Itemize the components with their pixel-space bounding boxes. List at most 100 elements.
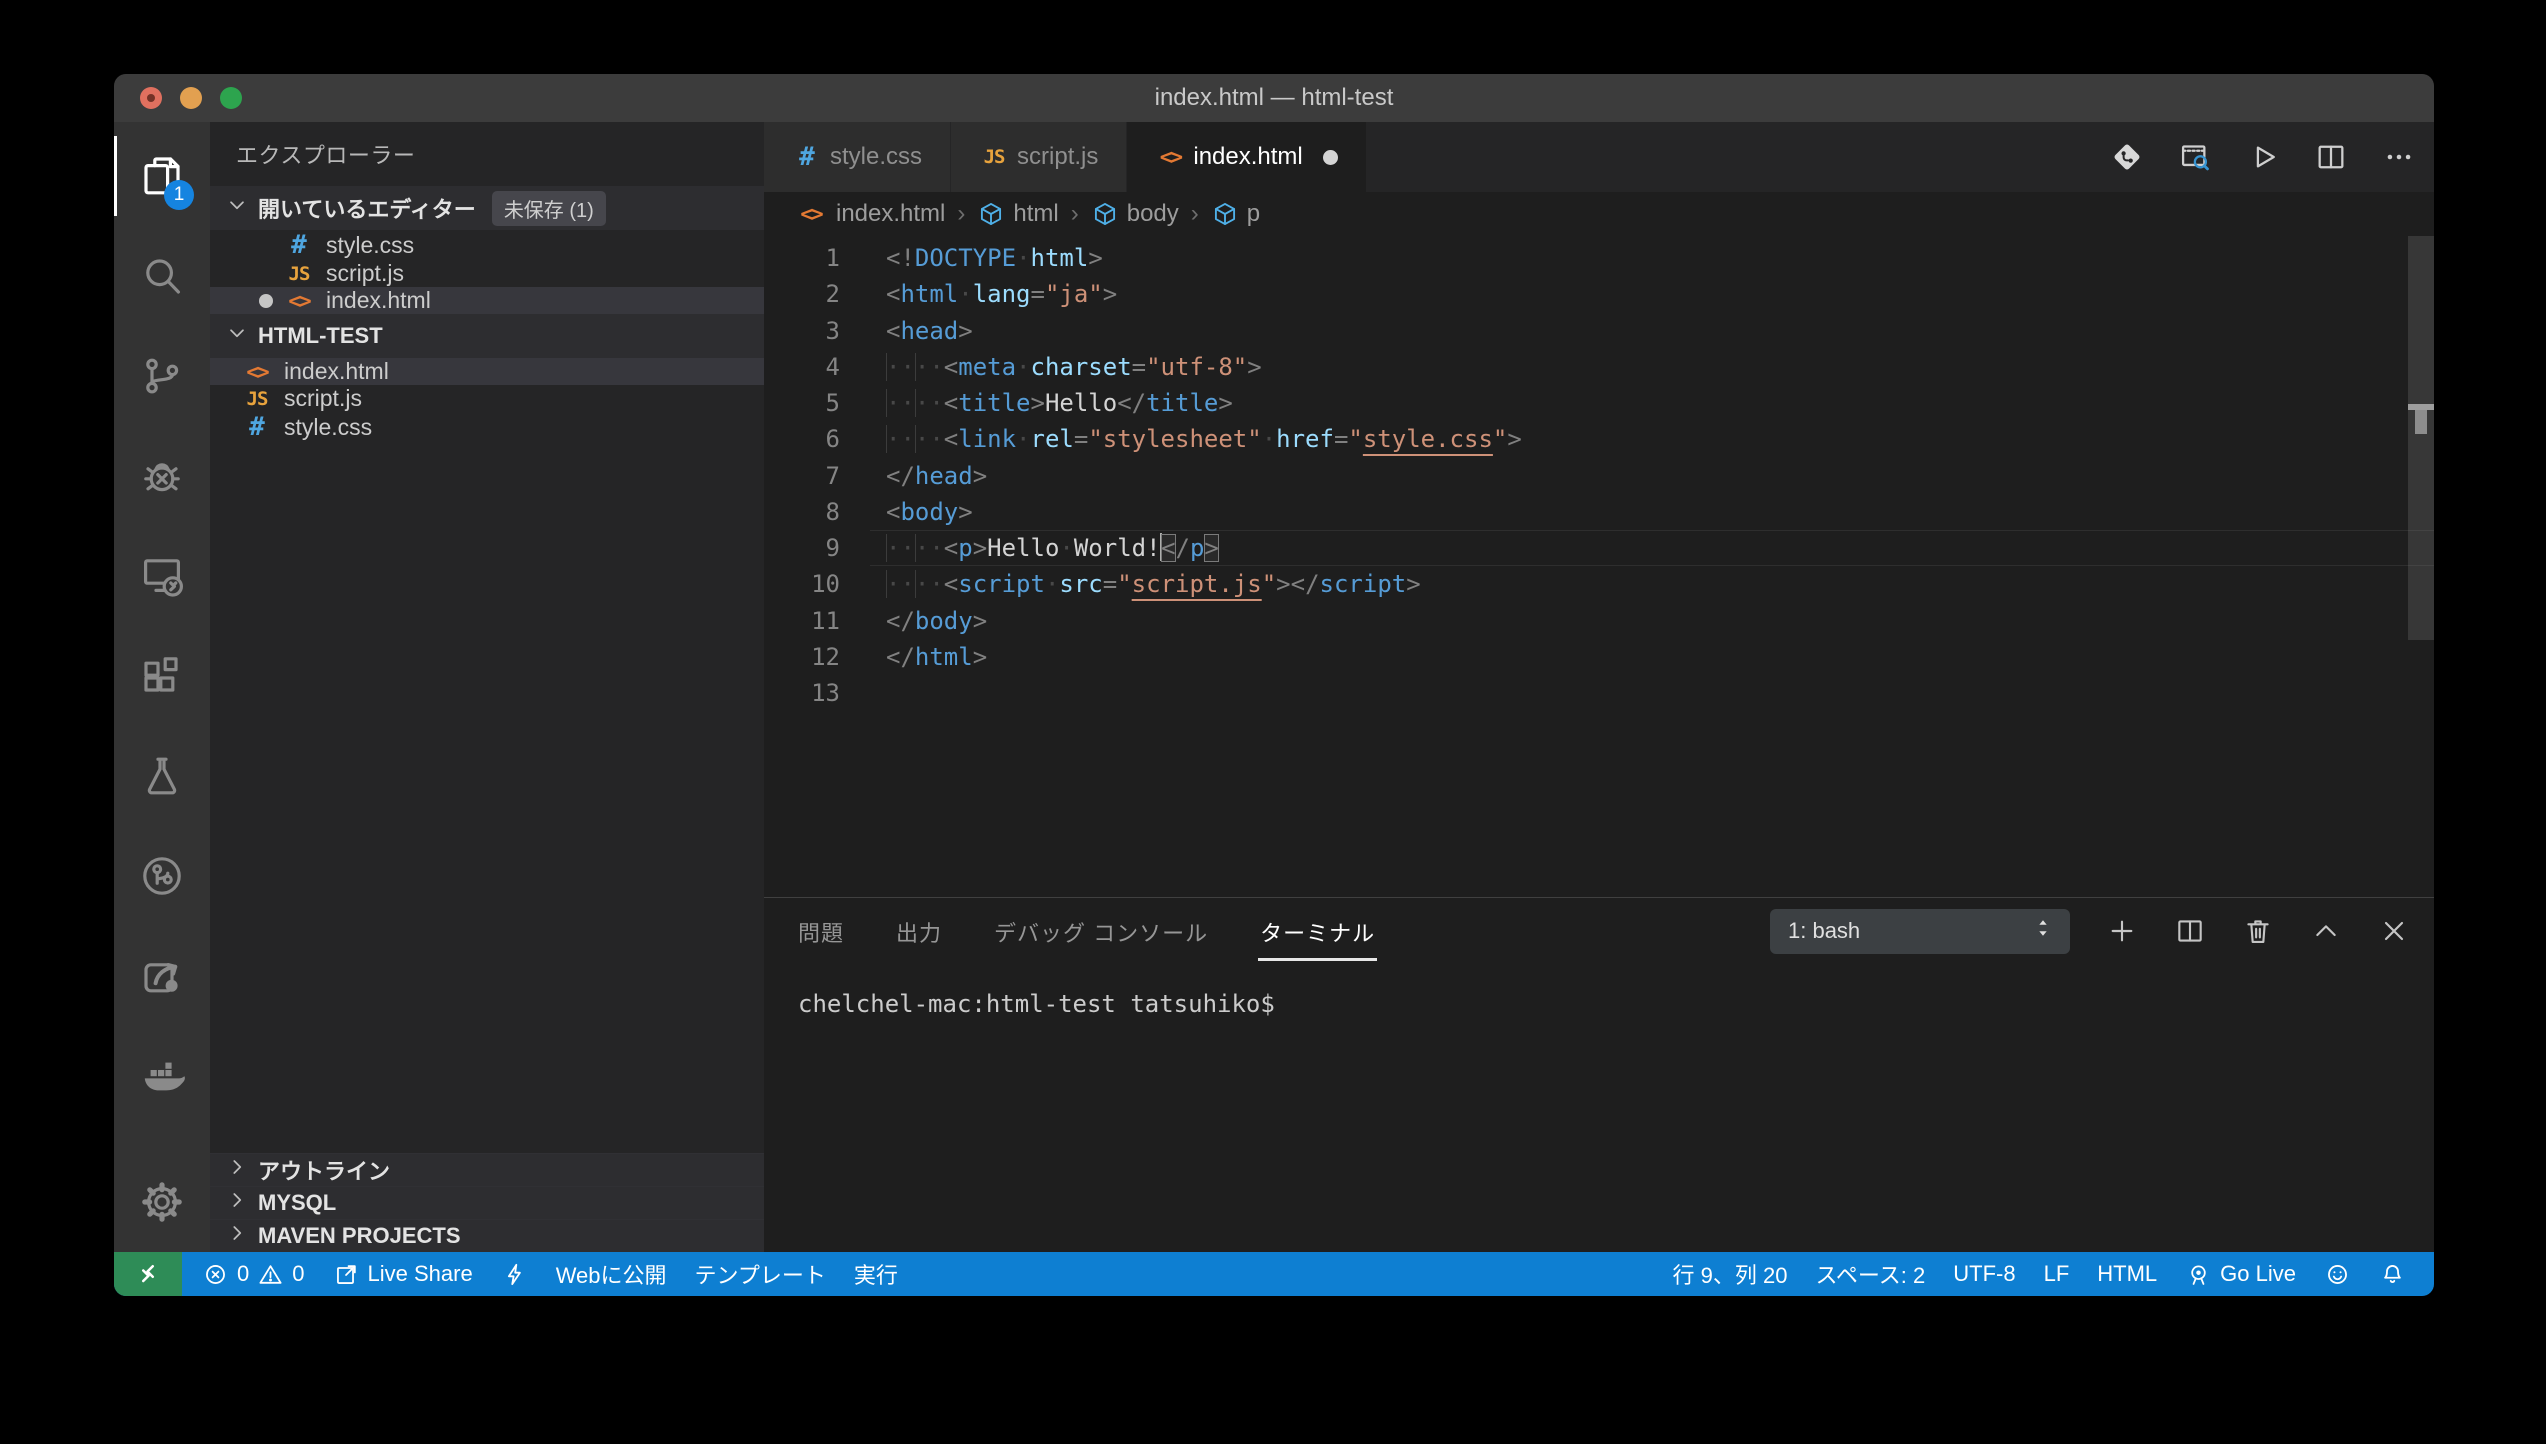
sidebar-section-MAVEN PROJECTS[interactable]: MAVEN PROJECTS bbox=[210, 1219, 764, 1252]
split-terminal-button[interactable] bbox=[2174, 915, 2206, 947]
tab-script.js[interactable]: JSscript.js bbox=[951, 122, 1127, 192]
activity-item-remote-explorer[interactable] bbox=[114, 526, 210, 626]
status-bolt[interactable] bbox=[487, 1252, 542, 1296]
breadcrumb-item-body[interactable]: body bbox=[1091, 200, 1179, 228]
line-number: 9 bbox=[764, 530, 840, 566]
activity-item-settings[interactable] bbox=[114, 1152, 210, 1252]
status-go-live[interactable]: Go Live bbox=[2171, 1252, 2310, 1296]
panel-tab-output[interactable]: 出力 bbox=[894, 902, 944, 961]
folder-header[interactable]: HTML-TEST bbox=[210, 314, 764, 358]
status-encoding[interactable]: UTF-8 bbox=[1939, 1252, 2029, 1296]
breadcrumb-label: index.html bbox=[836, 200, 945, 228]
open-editors-header[interactable]: 開いているエディター 未保存 (1) bbox=[210, 186, 764, 230]
trash-icon bbox=[2242, 915, 2274, 947]
run-icon[interactable] bbox=[2246, 140, 2280, 174]
status-indentation[interactable]: スペース: 2 bbox=[1801, 1252, 1939, 1296]
open-preview-icon[interactable] bbox=[2178, 140, 2212, 174]
window-controls bbox=[140, 87, 242, 109]
status-label: 行 9、列 20 bbox=[1673, 1258, 1788, 1290]
line-number: 10 bbox=[764, 566, 840, 602]
terminal-select[interactable]: 1: bash bbox=[1770, 909, 2070, 954]
activity-item-source-control[interactable] bbox=[114, 326, 210, 426]
activity-item-debug[interactable] bbox=[114, 426, 210, 526]
panel-tab-debug-console[interactable]: デバッグ コンソール bbox=[992, 902, 1210, 961]
activity-item-search[interactable] bbox=[114, 226, 210, 326]
chevron-up-icon bbox=[2310, 915, 2342, 947]
panel-tab-terminal[interactable]: ターミナル bbox=[1258, 902, 1377, 961]
panel-action-icons bbox=[2106, 915, 2410, 947]
file-row-style.css[interactable]: #style.css bbox=[210, 412, 764, 442]
js-file-icon: JS bbox=[282, 263, 316, 285]
status-language-mode[interactable]: HTML bbox=[2083, 1252, 2171, 1296]
vscode-window: index.html — html-test 1 エクスプローラー 開いているエ… bbox=[114, 74, 2434, 1296]
status-publish-web[interactable]: Webに公開 bbox=[542, 1252, 681, 1296]
status-count: 0 bbox=[292, 1261, 304, 1287]
status-feedback[interactable] bbox=[2310, 1252, 2365, 1296]
status-eol[interactable]: LF bbox=[2030, 1252, 2084, 1296]
close-button[interactable] bbox=[140, 87, 162, 109]
activity-item-docker[interactable] bbox=[114, 1026, 210, 1126]
unsaved-badge: 未保存 (1) bbox=[492, 191, 606, 226]
activity-item-test[interactable] bbox=[114, 726, 210, 826]
modified-dot-icon[interactable] bbox=[1323, 150, 1338, 165]
chevron-right-icon bbox=[224, 1154, 250, 1180]
tab-index.html[interactable]: <>index.html bbox=[1127, 122, 1366, 192]
maximize-panel-button[interactable] bbox=[2310, 915, 2342, 947]
tab-style.css[interactable]: #style.css bbox=[764, 122, 951, 192]
share-icon bbox=[333, 1261, 360, 1288]
status-label: LF bbox=[2044, 1261, 2070, 1287]
code-editor[interactable]: 12345678910111213 <!DOCTYPE·html><html·l… bbox=[764, 236, 2434, 897]
status-live-share[interactable]: Live Share bbox=[319, 1252, 487, 1296]
sidebar-section-アウトライン[interactable]: アウトライン bbox=[210, 1153, 764, 1186]
file-row-index.html[interactable]: <>index.html bbox=[210, 358, 764, 385]
git-compare-icon[interactable] bbox=[2110, 140, 2144, 174]
activity-item-extensions[interactable] bbox=[114, 626, 210, 726]
status-label: Go Live bbox=[2220, 1261, 2296, 1287]
status-template[interactable]: テンプレート bbox=[681, 1252, 840, 1296]
close-panel-button[interactable] bbox=[2378, 915, 2410, 947]
status-cursor-position[interactable]: 行 9、列 20 bbox=[1659, 1252, 1802, 1296]
code-line-10: ····<script·src="script.js"></script> bbox=[870, 566, 2434, 602]
panel-tab-problems[interactable]: 問題 bbox=[796, 902, 846, 961]
activity-bar: 1 bbox=[114, 122, 210, 1252]
open-editors-label: 開いているエディター bbox=[258, 192, 476, 224]
file-row-script.js[interactable]: JSscript.js bbox=[210, 385, 764, 412]
file-row-style.css[interactable]: #style.css bbox=[210, 230, 764, 260]
chevron-down-icon bbox=[224, 192, 250, 218]
breadcrumb-item-p[interactable]: p bbox=[1211, 200, 1260, 228]
more-actions-icon[interactable] bbox=[2382, 140, 2416, 174]
kill-terminal-button[interactable] bbox=[2242, 915, 2274, 947]
activity-item-explorer[interactable]: 1 bbox=[114, 126, 210, 226]
remote-indicator[interactable] bbox=[114, 1252, 182, 1296]
status-notifications[interactable] bbox=[2365, 1252, 2420, 1296]
status-problems[interactable]: 00 bbox=[188, 1252, 319, 1296]
minimize-button[interactable] bbox=[180, 87, 202, 109]
terminal[interactable]: chelchel-mac:html-test tatsuhiko$ bbox=[764, 964, 2434, 1252]
extensions-icon bbox=[138, 652, 186, 700]
new-terminal-button[interactable] bbox=[2106, 915, 2138, 947]
zoom-button[interactable] bbox=[220, 87, 242, 109]
modified-dot-icon bbox=[250, 294, 282, 308]
html-file-icon: <> bbox=[240, 360, 274, 384]
code-line-1: <!DOCTYPE·html> bbox=[870, 240, 2434, 276]
status-label: HTML bbox=[2097, 1261, 2157, 1287]
activity-item-live-share[interactable] bbox=[114, 926, 210, 1026]
line-numbers: 12345678910111213 bbox=[764, 240, 840, 711]
editor-scrollbar[interactable] bbox=[2408, 236, 2434, 640]
status-run[interactable]: 実行 bbox=[840, 1252, 912, 1296]
status-label: 実行 bbox=[854, 1258, 898, 1290]
beaker-icon bbox=[138, 752, 186, 800]
line-number: 12 bbox=[764, 639, 840, 675]
tabs: #style.cssJSscript.js<>index.html bbox=[764, 122, 1367, 192]
split-editor-icon[interactable] bbox=[2314, 140, 2348, 174]
breadcrumb-item-index.html[interactable]: <>index.html bbox=[794, 200, 945, 228]
file-row-script.js[interactable]: JS script.js bbox=[210, 260, 764, 287]
breadcrumb-separator: › bbox=[1191, 200, 1199, 228]
file-name: script.js bbox=[326, 260, 404, 287]
unsaved-dot-icon bbox=[147, 94, 155, 102]
terminal-prompt: chelchel-mac:html-test tatsuhiko$ bbox=[798, 990, 1275, 1018]
file-row-index.html[interactable]: <>index.html bbox=[210, 287, 764, 314]
sidebar-section-MYSQL[interactable]: MYSQL bbox=[210, 1186, 764, 1219]
activity-item-gitlens[interactable] bbox=[114, 826, 210, 926]
breadcrumb-item-html[interactable]: html bbox=[977, 200, 1058, 228]
